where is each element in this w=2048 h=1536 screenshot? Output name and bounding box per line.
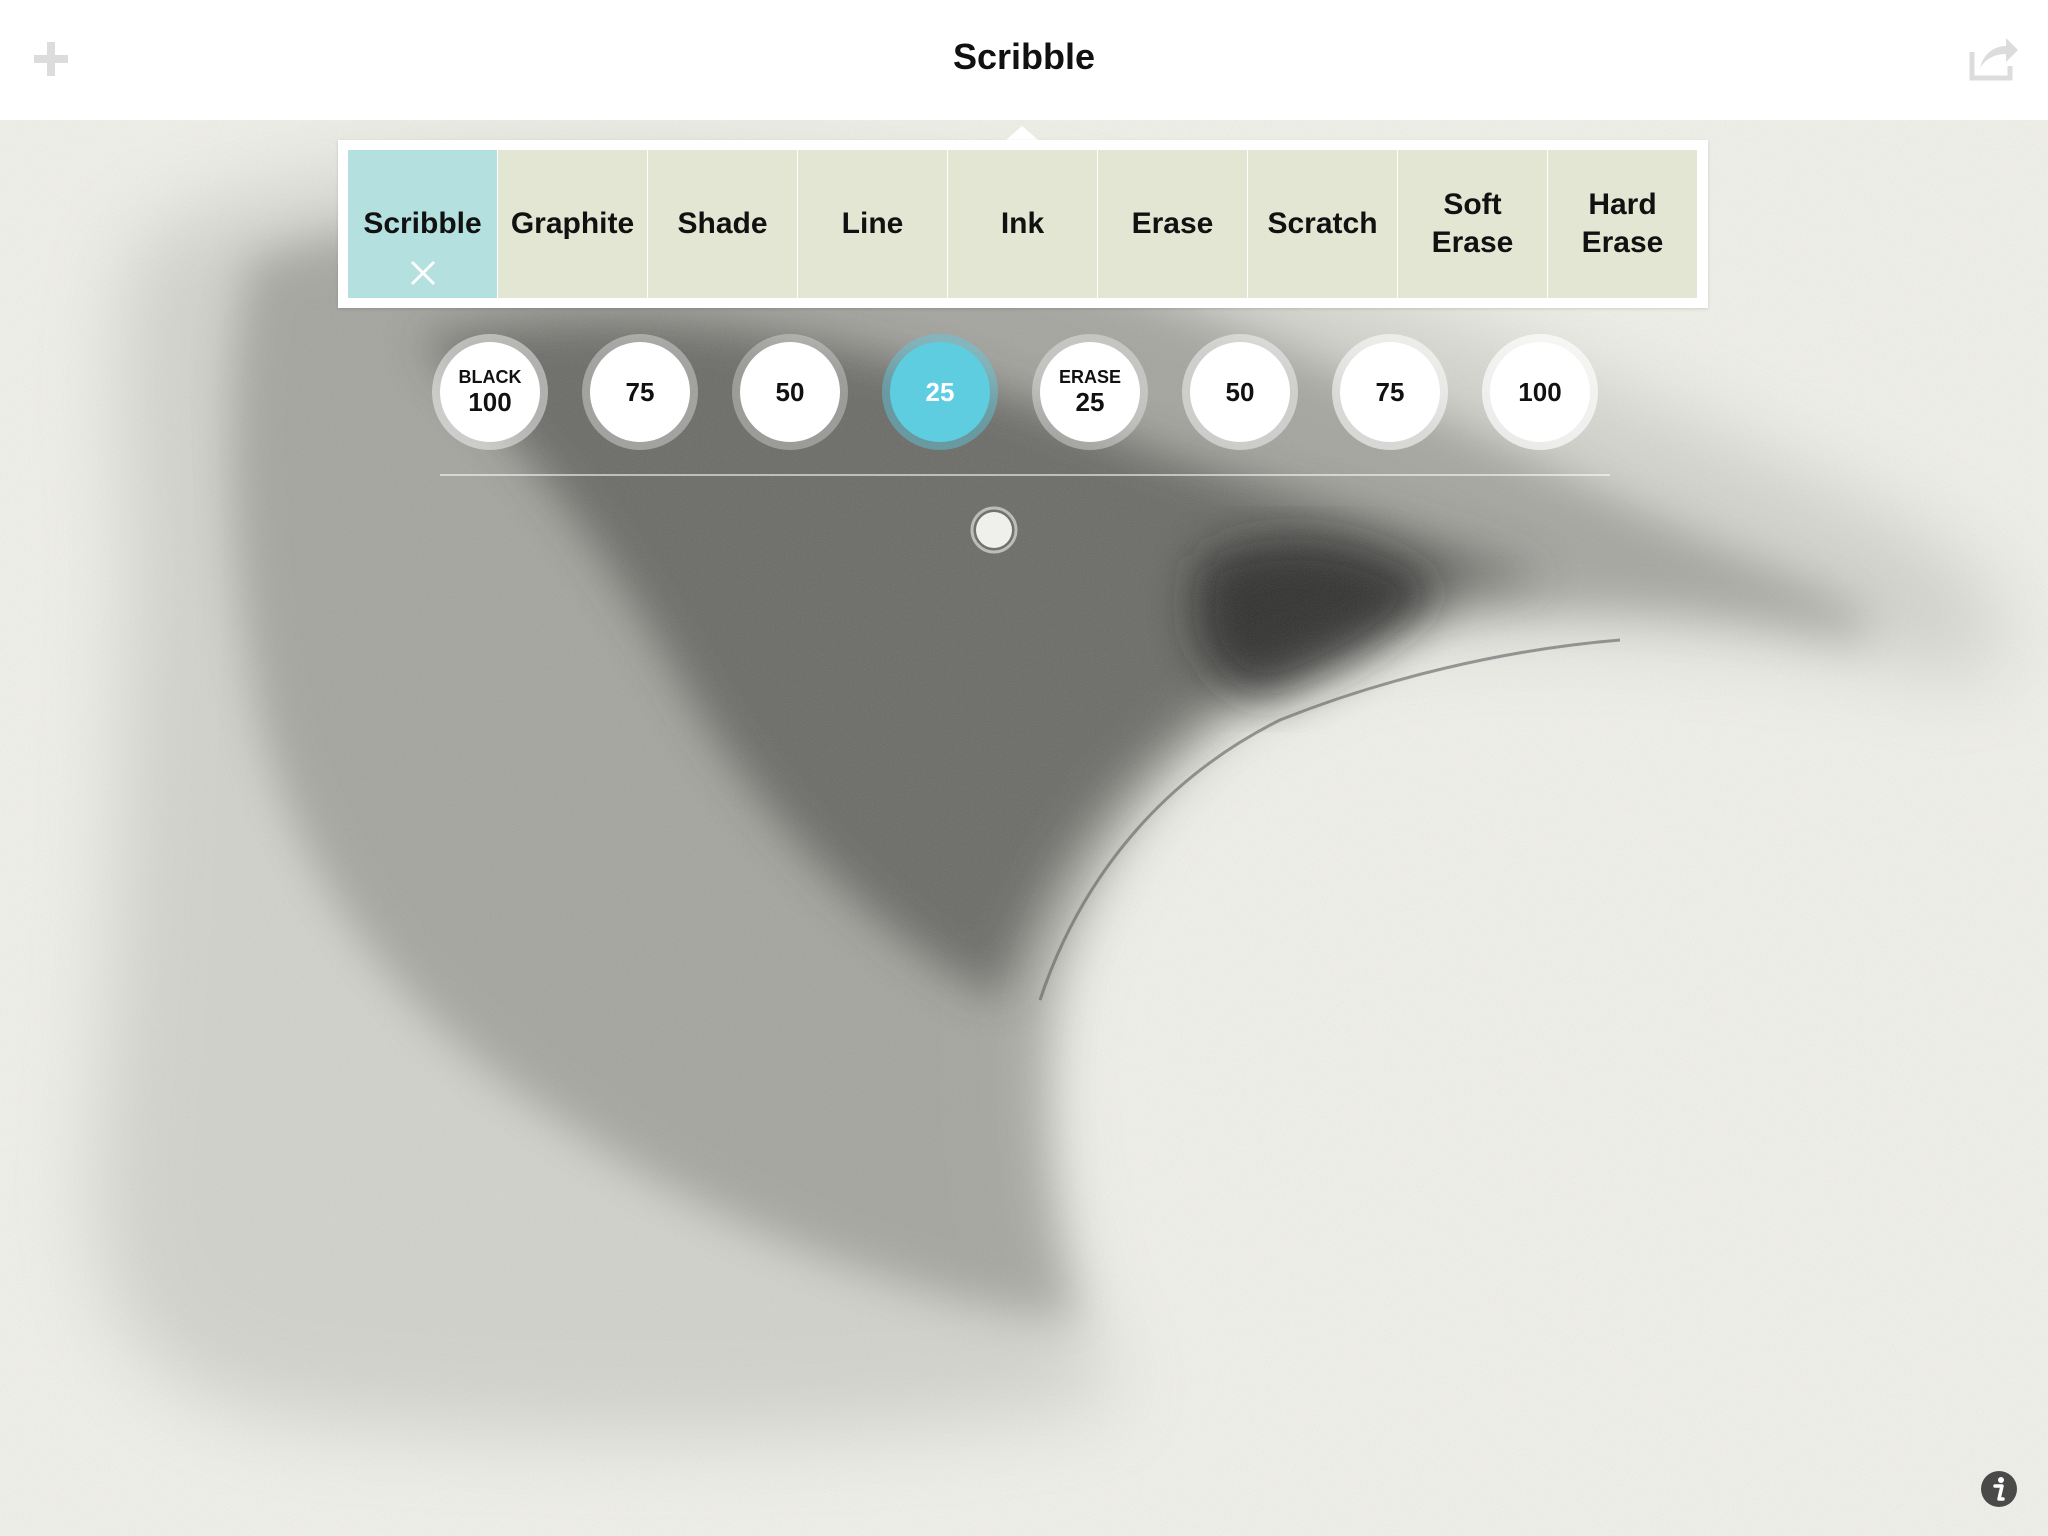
dot-value: 50 xyxy=(1225,377,1255,407)
dot-value: 50 xyxy=(775,377,805,407)
popover-arrow xyxy=(1006,126,1038,140)
tab-scratch[interactable]: Scratch xyxy=(1248,150,1397,298)
dot-face: 100 xyxy=(1490,342,1590,442)
tab-graphite[interactable]: Graphite xyxy=(498,150,647,298)
dot-value: 100 xyxy=(1518,377,1562,407)
page-title: Scribble xyxy=(952,36,1096,77)
dot-face: ERASE 25 xyxy=(1040,342,1140,442)
tab-ink[interactable]: Ink xyxy=(948,150,1097,298)
brush-label: Erase xyxy=(1131,207,1214,240)
opacity-selector: BLACK 100 75 50 25 ERASE 25 50 75 100 xyxy=(432,330,1610,454)
dot-face: 25 xyxy=(890,342,990,442)
opacity-dot-erase-25[interactable]: ERASE 25 xyxy=(1032,334,1148,450)
brush-label: Soft Erase xyxy=(1431,188,1514,259)
brush-label: Hard Erase xyxy=(1581,188,1664,259)
brush-label: Ink xyxy=(1000,207,1045,240)
app-root: Scribble Scribble Graphite Shade Line In… xyxy=(0,0,2048,1536)
tab-hard-erase[interactable]: Hard Erase xyxy=(1548,150,1697,298)
dot-value: 75 xyxy=(1375,377,1405,407)
close-icon[interactable] xyxy=(408,258,438,288)
brush-label: Graphite xyxy=(510,207,635,240)
tab-shade[interactable]: Shade xyxy=(648,150,797,298)
brush-tabs: Scribble Graphite Shade Line Ink Erase S… xyxy=(348,150,1697,298)
dot-face: 50 xyxy=(1190,342,1290,442)
dot-face: 75 xyxy=(590,342,690,442)
dot-value: 25 xyxy=(925,377,955,407)
brush-label: Shade xyxy=(677,207,768,240)
opacity-dot-black-25[interactable]: 25 xyxy=(882,334,998,450)
brush-label: Scribble xyxy=(363,207,482,240)
brush-label: Scratch xyxy=(1267,207,1378,240)
brush-picker: Scribble Graphite Shade Line Ink Erase S… xyxy=(338,140,1708,308)
info-icon[interactable] xyxy=(1980,1470,2018,1508)
opacity-dot-erase-100[interactable]: 100 xyxy=(1482,334,1598,450)
dot-caption: BLACK xyxy=(458,367,522,387)
brush-label: Line xyxy=(841,207,904,240)
dot-face: 50 xyxy=(740,342,840,442)
dot-value: 100 xyxy=(468,387,512,417)
tab-erase[interactable]: Erase xyxy=(1098,150,1247,298)
dot-value: 25 xyxy=(1075,387,1105,417)
opacity-dot-erase-50[interactable]: 50 xyxy=(1182,334,1298,450)
share-icon[interactable] xyxy=(1966,30,2022,86)
opacity-dot-erase-75[interactable]: 75 xyxy=(1332,334,1448,450)
top-bar: Scribble xyxy=(0,0,2048,120)
dot-face: BLACK 100 xyxy=(440,342,540,442)
divider xyxy=(440,474,1610,476)
dot-face: 75 xyxy=(1340,342,1440,442)
opacity-dot-black-75[interactable]: 75 xyxy=(582,334,698,450)
opacity-dot-black-100[interactable]: BLACK 100 xyxy=(432,334,548,450)
opacity-dot-black-50[interactable]: 50 xyxy=(732,334,848,450)
tab-scribble[interactable]: Scribble xyxy=(348,150,497,298)
dot-caption: ERASE xyxy=(1058,367,1121,387)
dot-value: 75 xyxy=(625,377,655,407)
tab-line[interactable]: Line xyxy=(798,150,947,298)
tab-soft-erase[interactable]: Soft Erase xyxy=(1398,150,1547,298)
